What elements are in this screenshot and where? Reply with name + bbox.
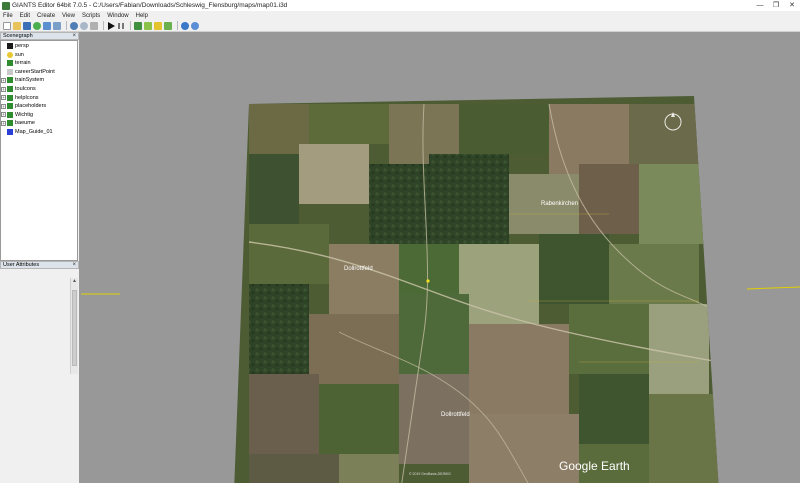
title-bar: GIANTS Editor 64bit 7.0.5 - C:/Users/Fab… [0,0,800,11]
user-attributes-header: User Attributes × [0,261,79,269]
shape-cube-icon [7,129,13,135]
imagery-credit: © 2019 GeoBasis-DE/BKG [409,472,451,476]
tree-node-map-guide-01[interactable]: Map_Guide_01 [1,128,53,136]
cursor-marker [426,279,430,283]
camera-icon [7,43,13,49]
globe-icon[interactable] [181,21,189,30]
close-button[interactable]: ✕ [784,0,800,11]
terrain-map [234,96,719,483]
scenegraph-title: Scenegraph [3,33,33,39]
save-as-icon[interactable] [43,21,51,30]
tree-node-label: touIcons [15,86,36,92]
map-label-dollrottholz: Dollrottfeld [344,266,373,272]
terrain-icon [7,60,13,67]
transform-group-icon [7,111,13,118]
terrain-paint-icon[interactable] [134,21,142,30]
attributes-scrollbar[interactable]: ▲ [70,278,78,374]
cut-icon[interactable] [90,21,98,30]
tree-node-label: baeume [15,120,35,127]
locator-line [746,286,800,290]
tree-node-persp[interactable]: persp [1,42,29,50]
google-earth-watermark: Google Earth [559,459,630,473]
expand-icon[interactable]: + [1,112,6,118]
tree-node-label: Map_Guide_01 [15,129,53,135]
scroll-up-icon[interactable]: ▲ [71,278,78,286]
tree-node-label: persp [15,43,29,49]
height-icon[interactable] [164,21,172,30]
maximize-button[interactable]: ❐ [768,0,784,11]
toolbar-separator [103,21,104,30]
menu-edit[interactable]: Edit [20,13,30,19]
tree-node-helpicons[interactable]: + helpIcons [1,94,39,102]
transform-group-icon [7,86,13,92]
user-attributes-panel: User Attributes × ▲ [0,261,79,483]
giants-app-icon [2,1,10,10]
foliage-paint-icon[interactable] [144,21,152,30]
tree-node-label: trainSystem [15,77,45,84]
map-label-dollrottfeld: Dollrottfeld [441,412,470,418]
tree-node-placeholders[interactable]: + placeholders [1,102,46,110]
expand-icon[interactable]: + [1,95,6,101]
undo-icon[interactable] [70,21,78,30]
expand-icon[interactable]: + [1,103,6,109]
expand-icon[interactable]: + [1,77,6,83]
transform-group-icon [7,68,13,75]
reload-icon[interactable] [33,21,41,30]
user-attributes-title: User Attributes [3,262,40,268]
pause-icon[interactable] [117,22,125,30]
toolbar-separator [130,21,131,30]
redo-icon[interactable] [80,21,88,30]
tree-node-careerstartpoint[interactable]: careerStartPoint [1,68,55,76]
transform-group-icon [7,77,13,84]
play-icon[interactable] [107,21,115,30]
tree-node-label: placeholders [15,103,47,110]
transform-group-icon [7,94,13,101]
toolbar-separator [66,21,67,30]
scenegraph-tree[interactable]: persp sun terrain careerStartPoint + trainSys… [0,40,78,261]
tree-node-wichtig[interactable]: + Wichtig [1,111,33,119]
save-icon[interactable] [23,21,31,30]
tree-node-baeume[interactable]: + baeume [1,119,35,127]
light-bulb-icon [7,51,13,58]
tree-node-trainsystem[interactable]: + trainSystem [1,76,44,84]
tree-node-sun[interactable]: sun [1,51,24,59]
transform-group-icon [7,120,13,127]
menu-create[interactable]: Create [37,13,55,19]
export-icon[interactable] [53,21,61,30]
tree-node-label: Wichtig [15,111,34,118]
settings-icon[interactable] [191,21,199,30]
expand-icon[interactable]: + [1,86,6,92]
expand-icon[interactable]: + [1,120,6,126]
menu-view[interactable]: View [62,13,75,19]
toolbar-separator [177,21,178,30]
left-dock: Scenegraph × persp sun terrain careerStartP… [0,32,79,483]
menu-window[interactable]: Window [107,13,128,19]
scrollbar-thumb[interactable] [72,290,77,366]
tree-node-label: terrain [15,60,31,67]
viewport-canvas[interactable]: Rabenkirchen Dollrottfeld Dollrottfeld G… [79,32,800,483]
scenegraph-header: Scenegraph × [0,32,79,40]
menu-help[interactable]: Help [136,13,148,19]
tree-node-terrain[interactable]: terrain [1,59,31,67]
menu-scripts[interactable]: Scripts [82,13,100,19]
user-attributes-body: ▲ [0,270,79,483]
transform-group-icon [7,103,13,110]
window-title: GIANTS Editor 64bit 7.0.5 - C:/Users/Fab… [12,2,288,9]
tree-node-touicons[interactable]: + touIcons [1,85,36,93]
new-file-icon[interactable] [3,21,11,30]
toolbar [0,20,800,32]
map-label-rabenkirchen: Rabenkirchen [541,201,578,207]
close-icon[interactable]: × [72,33,76,39]
open-folder-icon[interactable] [13,21,21,30]
tree-node-label: sun [15,51,24,58]
menu-file[interactable]: File [3,13,13,19]
tree-node-label: helpIcons [15,94,39,101]
3d-viewport[interactable]: Rabenkirchen Dollrottfeld Dollrottfeld G… [79,32,800,483]
select-icon[interactable] [154,21,162,30]
minimize-button[interactable]: — [752,0,768,11]
tree-node-label: careerStartPoint [15,68,55,75]
close-icon[interactable]: × [72,262,76,268]
menu-bar: File Edit Create View Scripts Window Hel… [0,11,800,20]
